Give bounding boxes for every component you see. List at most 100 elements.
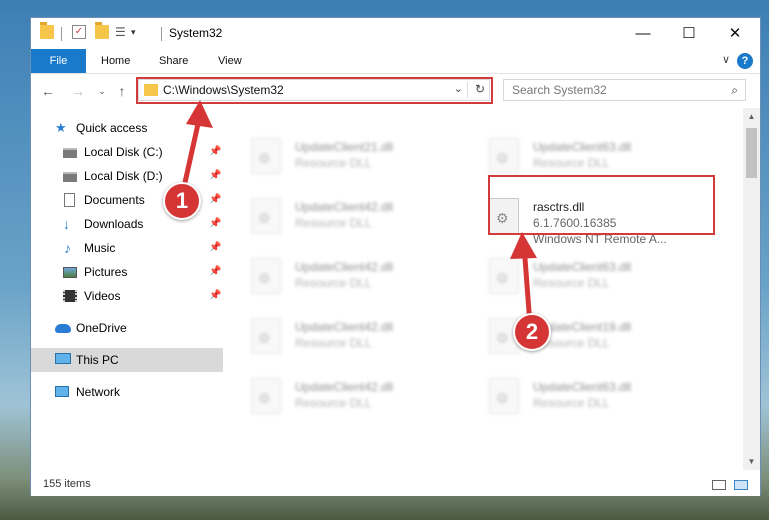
nav-item-label: Documents [84,193,145,207]
pin-icon: 📌 [209,242,222,253]
tab-file[interactable]: File [31,49,86,73]
pin-icon: 📌 [209,290,222,301]
file-type: Resource DLL [295,156,372,170]
gear-icon: ⚙ [258,150,271,166]
dll-file-icon: ⚙ [489,258,519,294]
search-icon[interactable]: ⌕ [731,83,738,98]
nav-item-label: Local Disk (C:) [84,145,163,159]
nav-item-videos[interactable]: Videos 📌 [31,284,223,308]
file-name: UpdateClient63.dll [533,260,632,274]
annotation-badge-2: 2 [513,313,551,351]
forward-icon[interactable]: → [69,82,87,100]
divider [161,27,162,41]
nav-item-label: OneDrive [76,321,127,335]
navigation-pane: ★ Quick access Local Disk (C:) 📌 Local D… [31,108,223,468]
minimize-button[interactable]: — [620,18,666,49]
nav-item-label: Local Disk (D:) [84,169,163,183]
star-icon: ★ [55,120,67,135]
dll-file-icon: ⚙ [489,378,519,414]
documents-icon [64,193,75,207]
file-tile[interactable]: ⚙ UpdateClient63.dll Resource DLL [489,372,719,428]
tab-home[interactable]: Home [101,49,130,73]
file-type: Resource DLL [533,276,610,290]
nav-item-label: Pictures [84,265,128,279]
nav-item-this-pc[interactable]: This PC [31,348,223,372]
nav-item-label: Music [84,241,116,255]
dll-file-icon: ⚙ [251,318,281,354]
explorer-window: ✓ ☰ ▾ System32 — ☐ ✕ File Home Share Vie… [30,17,761,496]
dll-file-icon: ⚙ [251,378,281,414]
nav-item-label: Network [76,385,121,399]
tiles-view-icon[interactable] [734,480,748,490]
up-icon[interactable]: ↑ [113,82,131,100]
scroll-up-icon[interactable]: ▲ [743,108,760,125]
file-tile[interactable]: ⚙ UpdateClient42.dll Resource DLL [251,372,481,428]
nav-item-downloads[interactable]: ↓ Downloads 📌 [31,212,223,236]
nav-item-label: Downloads [84,217,144,231]
address-highlight-box [136,77,493,104]
nav-item-music[interactable]: ♪ Music 📌 [31,236,223,260]
file-list: ⚙ UpdateClient21.dll Resource DLL ⚙ Upda… [223,108,741,470]
file-tile[interactable]: ⚙ UpdateClient63.dll Resource DLL [489,252,719,308]
nav-item-network[interactable]: Network [31,380,223,404]
gear-icon: ⚙ [496,150,509,166]
drive-icon [63,148,77,158]
file-type: Resource DLL [533,396,610,410]
back-icon[interactable]: ← [39,82,57,100]
file-name: UpdateClient42.dll [295,200,394,214]
file-name: UpdateClient42.dll [295,380,394,394]
title-bar: ✓ ☰ ▾ System32 — ☐ ✕ [31,18,760,49]
annotation-badge-1: 1 [163,182,201,220]
close-button[interactable]: ✕ [712,18,758,49]
nav-item-pictures[interactable]: Pictures 📌 [31,260,223,284]
nav-item-onedrive[interactable]: OneDrive [31,316,223,340]
gear-icon: ⚙ [496,270,509,286]
gear-icon: ⚙ [258,330,271,346]
expand-ribbon-icon[interactable]: ∨ [722,53,730,66]
network-icon [55,386,69,397]
pin-icon: 📌 [209,170,222,181]
nav-item-local-disk-c[interactable]: Local Disk (C:) 📌 [31,140,223,164]
gear-icon: ⚙ [258,210,271,226]
pin-icon: 📌 [209,194,222,205]
file-tile[interactable]: ⚙ UpdateClient21.dll Resource DLL [251,132,481,188]
nav-item-label: This PC [76,353,119,367]
file-type: Resource DLL [533,156,610,170]
help-icon[interactable]: ? [737,53,753,69]
tab-view[interactable]: View [218,49,242,73]
file-type: Resource DLL [295,336,372,350]
dll-file-icon: ⚙ [251,198,281,234]
recent-locations-icon[interactable]: ⌄ [93,82,111,100]
nav-item-local-disk-d[interactable]: Local Disk (D:) 📌 [31,164,223,188]
file-tile[interactable]: ⚙ UpdateClient42.dll Resource DLL [251,192,481,248]
file-type: Resource DLL [295,396,372,410]
pin-icon: 📌 [209,266,222,277]
scroll-down-icon[interactable]: ▼ [743,453,760,470]
divider [61,27,62,41]
music-icon: ♪ [64,240,71,256]
file-name: UpdateClient21.dll [295,140,394,154]
details-view-icon[interactable] [712,480,726,490]
folder-icon [40,22,54,39]
properties-icon[interactable]: ✓ [72,25,86,39]
search-input[interactable]: Search System32 ⌕ [503,79,746,101]
file-tile[interactable]: ⚙ UpdateClient42.dll Resource DLL [251,312,481,368]
vertical-scrollbar[interactable]: ▲ ▼ [743,108,760,470]
customize-toolbar-icon[interactable]: ☰ [115,25,129,39]
tab-share[interactable]: Share [159,49,188,73]
cloud-icon [55,324,71,333]
file-name: UpdateClient42.dll [295,320,394,334]
pin-icon: 📌 [209,218,222,229]
pin-icon: 📌 [209,146,222,157]
new-folder-icon[interactable] [95,22,109,39]
chevron-down-icon[interactable]: ▾ [131,25,145,39]
dll-file-icon: ⚙ [489,138,519,174]
nav-item-quick-access[interactable]: ★ Quick access [31,116,223,140]
window-title: System32 [169,26,223,40]
file-name: UpdateClient63.dll [533,380,632,394]
nav-item-label: Quick access [76,121,148,135]
scroll-thumb[interactable] [746,128,757,178]
file-tile[interactable]: ⚙ UpdateClient42.dll Resource DLL [251,252,481,308]
nav-item-label: Videos [84,289,121,303]
maximize-button[interactable]: ☐ [666,18,712,49]
